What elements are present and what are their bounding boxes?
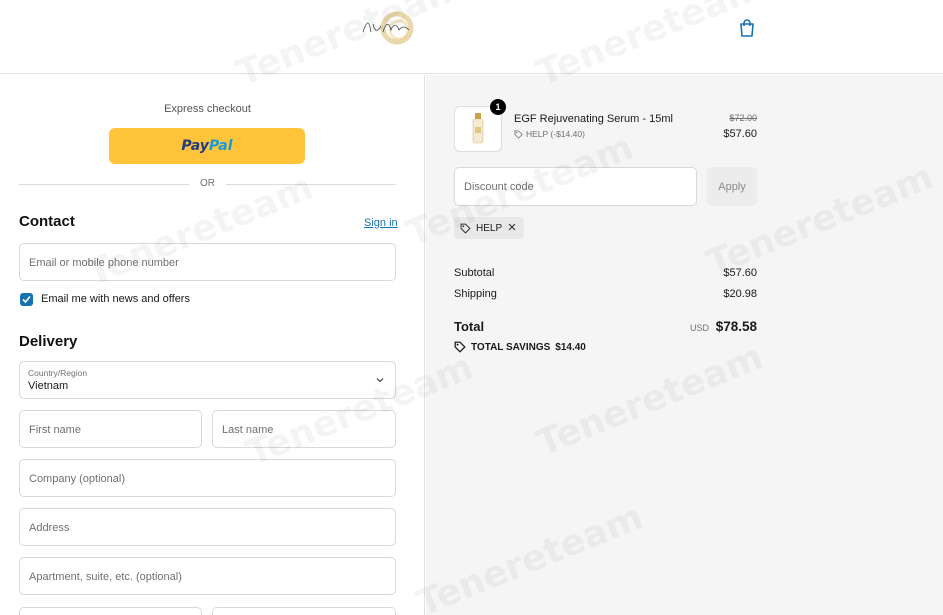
company-field[interactable]: Company (optional) [19, 459, 396, 497]
checkmark-icon [22, 295, 31, 304]
subtotal-value: $57.60 [723, 267, 757, 279]
first-name-placeholder: First name [29, 424, 81, 436]
tag-icon [454, 341, 466, 353]
country-value: Vietnam [28, 380, 69, 392]
or-label: OR [192, 178, 223, 189]
contact-heading: Contact [19, 213, 75, 230]
shopping-bag-icon[interactable] [738, 18, 756, 38]
paypal-button[interactable]: Pay Pal [109, 128, 305, 164]
subtotal-row: Subtotal $57.60 [454, 267, 757, 279]
product-discount: HELP (-$14.40) [514, 129, 585, 139]
sign-in-link[interactable]: Sign in [364, 217, 398, 229]
shipping-value: $20.98 [723, 288, 757, 300]
city-field[interactable] [19, 607, 202, 615]
total-label: Total [454, 319, 485, 334]
applied-discount-chip: HELP [454, 217, 524, 239]
shipping-row: Shipping $20.98 [454, 288, 757, 300]
checkout-form: Express checkout Pay Pal OR Contact Sign … [0, 75, 425, 615]
product-discount-text: HELP (-$14.40) [526, 129, 585, 139]
express-checkout-title: Express checkout [164, 103, 251, 115]
savings-label: TOTAL SAVINGS [471, 341, 551, 353]
company-placeholder: Company (optional) [29, 473, 125, 485]
applied-code: HELP [476, 222, 503, 234]
address-field[interactable]: Address [19, 508, 396, 546]
subtotal-label: Subtotal [454, 267, 495, 279]
total-value: $78.58 [715, 319, 757, 334]
savings-value: $14.40 [555, 341, 586, 353]
discount-code-placeholder: Discount code [464, 181, 534, 193]
tag-icon [460, 223, 471, 234]
email-placeholder: Email or mobile phone number [29, 257, 179, 269]
first-name-field[interactable]: First name [19, 410, 202, 448]
paypal-logo-pay: Pay [181, 138, 209, 154]
quantity-badge: 1 [490, 99, 506, 115]
discount-code-input[interactable]: Discount code [454, 167, 697, 206]
product-old-price: $72.00 [729, 113, 757, 123]
chevron-down-icon [376, 378, 384, 383]
apply-button[interactable]: Apply [707, 167, 757, 206]
checkout-header [0, 0, 943, 74]
postal-code-field[interactable] [212, 607, 396, 615]
total-savings: TOTAL SAVINGS $14.40 [454, 341, 586, 353]
newsletter-label[interactable]: Email me with news and offers [41, 293, 190, 305]
apartment-placeholder: Apartment, suite, etc. (optional) [29, 571, 182, 583]
address-placeholder: Address [29, 522, 70, 534]
email-field[interactable]: Email or mobile phone number [19, 243, 396, 281]
country-label: Country/Region [28, 368, 88, 378]
paypal-logo-pal: Pal [208, 138, 233, 154]
currency-code: USD [689, 323, 709, 333]
brand-logo[interactable] [359, 8, 421, 48]
last-name-field[interactable]: Last name [212, 410, 396, 448]
product-price: $57.60 [723, 128, 757, 140]
remove-discount-icon[interactable] [506, 221, 518, 233]
or-divider: OR [19, 177, 396, 191]
last-name-placeholder: Last name [222, 424, 274, 436]
order-summary: 1 EGF Rejuvenating Serum - 15ml HELP (-$… [426, 75, 943, 615]
product-name: EGF Rejuvenating Serum - 15ml [514, 113, 673, 125]
country-select[interactable]: Country/Region Vietnam [19, 361, 396, 399]
apartment-field[interactable]: Apartment, suite, etc. (optional) [19, 557, 396, 595]
tag-icon [514, 129, 523, 139]
shipping-label: Shipping [454, 288, 497, 300]
newsletter-checkbox[interactable] [20, 293, 33, 306]
delivery-heading: Delivery [19, 333, 78, 350]
